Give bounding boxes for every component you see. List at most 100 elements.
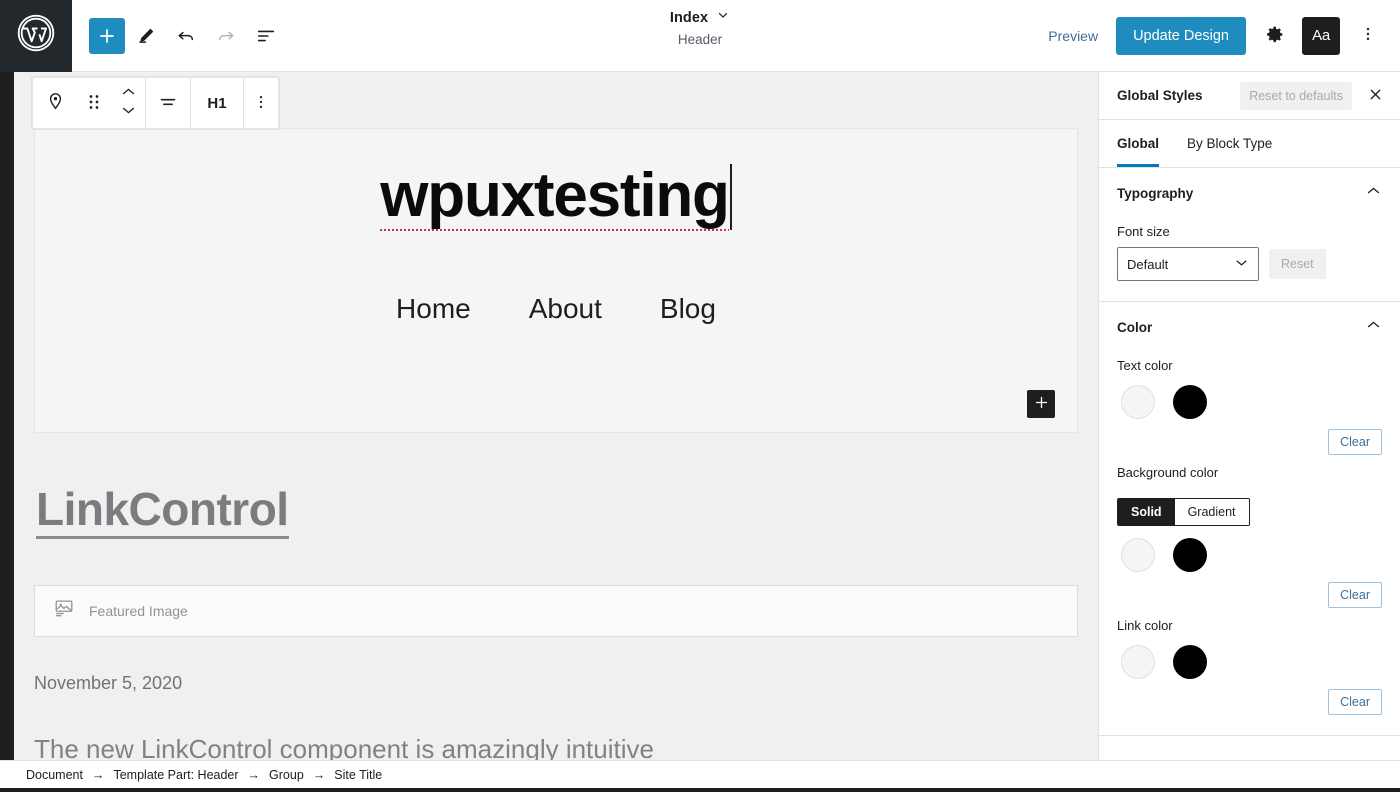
plus-icon (1034, 395, 1049, 413)
nav-link-blog[interactable]: Blog (660, 293, 716, 325)
background-color-swatches (1121, 538, 1382, 572)
global-styles-sidebar: Global Styles Reset to defaults Global B… (1098, 72, 1400, 760)
sidebar-title: Global Styles (1117, 88, 1203, 103)
plus-icon (98, 27, 116, 45)
left-edge-rail (0, 72, 14, 760)
ellipsis-vertical-icon (252, 93, 270, 114)
clear-background-color-button[interactable]: Clear (1328, 582, 1382, 608)
heading-level-button[interactable]: H1 (191, 78, 243, 128)
featured-image-placeholder[interactable]: Featured Image (34, 584, 1078, 637)
block-toolbar-group-block (33, 78, 146, 128)
text-color-label: Text color (1117, 358, 1173, 373)
editor-top-bar: Index Header Preview Update Design Aa (0, 0, 1400, 72)
swatch-light[interactable] (1121, 645, 1155, 679)
typography-panel: Typography Font size Default Reset (1099, 168, 1400, 302)
chevron-down-icon (1234, 257, 1249, 272)
post-title-link[interactable]: LinkControl (36, 483, 289, 539)
background-type-toggle: Solid Gradient (1117, 498, 1250, 526)
typography-panel-title: Typography (1117, 185, 1194, 201)
navigation-block[interactable]: Home About Blog (35, 293, 1077, 325)
chevron-up-icon (1365, 184, 1382, 202)
font-size-select[interactable]: Default (1117, 247, 1259, 281)
background-color-label: Background color (1117, 465, 1219, 480)
breadcrumb-item-group[interactable]: Group (269, 768, 304, 782)
swatch-light[interactable] (1121, 538, 1155, 572)
site-title-wrap: wpuxtesting (35, 163, 1077, 232)
link-color-clear-row: Clear (1117, 689, 1382, 715)
site-title-pin-icon (45, 91, 66, 115)
font-size-reset-button[interactable]: Reset (1269, 249, 1326, 279)
preview-button[interactable]: Preview (1040, 22, 1106, 50)
wordpress-logo-icon (16, 13, 56, 58)
text-color-swatches (1121, 385, 1382, 419)
swatch-dark[interactable] (1173, 385, 1207, 419)
top-bar-left-tools (72, 18, 284, 54)
typography-panel-header[interactable]: Typography (1117, 184, 1382, 214)
wordpress-logo-button[interactable] (0, 0, 72, 72)
swatch-dark[interactable] (1173, 538, 1207, 572)
swatch-dark[interactable] (1173, 645, 1207, 679)
gear-icon (1264, 24, 1285, 48)
list-view-button[interactable] (248, 18, 284, 54)
block-appender-button[interactable] (1027, 390, 1055, 418)
segment-gradient[interactable]: Gradient (1174, 499, 1249, 525)
add-block-button[interactable] (90, 18, 124, 53)
breadcrumb: Document → Template Part: Header → Group… (0, 760, 1400, 788)
swatch-light[interactable] (1121, 385, 1155, 419)
breadcrumb-item-document[interactable]: Document (26, 768, 83, 782)
breadcrumb-item-site-title[interactable]: Site Title (334, 768, 382, 782)
segment-solid[interactable]: Solid (1118, 499, 1175, 525)
block-type-button[interactable] (33, 78, 77, 128)
chevron-up-icon (120, 85, 137, 103)
update-design-button[interactable]: Update Design (1116, 16, 1246, 55)
wordpress-site-editor: Index Header Preview Update Design Aa H1… (0, 0, 1400, 792)
document-title: Index (669, 9, 709, 26)
tools-pencil-button[interactable] (128, 18, 164, 54)
document-title-dropdown[interactable]: Index (670, 8, 730, 27)
site-title-text[interactable]: wpuxtesting (380, 163, 730, 232)
clear-link-color-button[interactable]: Clear (1328, 689, 1382, 715)
clear-text-color-button[interactable]: Clear (1328, 429, 1382, 455)
font-size-row: Default Reset (1117, 247, 1382, 281)
settings-button[interactable] (1256, 18, 1292, 54)
ellipsis-vertical-icon (1359, 25, 1377, 46)
link-color-swatches (1121, 645, 1382, 679)
template-part-header-block[interactable]: wpuxtesting Home About Blog (34, 128, 1078, 433)
nav-link-about[interactable]: About (529, 293, 602, 325)
block-toolbar-group-align (146, 78, 191, 128)
close-sidebar-button[interactable] (1360, 81, 1390, 111)
breadcrumb-separator: → (247, 767, 261, 782)
chevron-down-icon (120, 104, 137, 122)
color-panel-header[interactable]: Color (1117, 318, 1382, 348)
color-panel: Color Text color Clear Background color … (1099, 302, 1400, 736)
breadcrumb-item-template-part-header[interactable]: Template Part: Header (113, 768, 238, 782)
featured-image-label: Featured Image (89, 602, 188, 619)
window-bottom-edge (0, 788, 1400, 792)
post-date: November 5, 2020 (34, 672, 183, 693)
align-text-icon (157, 91, 179, 116)
canvas-inner: wpuxtesting Home About Blog LinkControl … (14, 72, 1098, 760)
canvas-scroll-area[interactable]: wpuxtesting Home About Blog LinkControl … (14, 72, 1098, 760)
editor-body: H1 wpuxtesting Home About Blog LinkContr… (0, 72, 1400, 760)
color-panel-title: Color (1117, 319, 1153, 335)
block-toolbar-group-heading: H1 (191, 78, 244, 128)
tab-by-block-type[interactable]: By Block Type (1187, 120, 1272, 167)
more-options-button[interactable] (1350, 18, 1386, 54)
top-bar-right-tools: Preview Update Design Aa (1040, 16, 1400, 55)
reset-to-defaults-button[interactable]: Reset to defaults (1240, 81, 1352, 110)
block-movers[interactable] (111, 85, 145, 122)
chevron-down-icon (716, 8, 730, 27)
pencil-icon (136, 25, 157, 46)
undo-arrow-icon (175, 25, 197, 47)
block-options-button[interactable] (244, 78, 278, 128)
tab-global[interactable]: Global (1117, 120, 1160, 167)
document-subtitle: Header (677, 32, 723, 47)
text-align-button[interactable] (146, 78, 190, 128)
block-drag-handle[interactable] (77, 78, 111, 128)
global-styles-button[interactable]: Aa (1302, 16, 1340, 55)
styles-aa-label: Aa (1312, 27, 1330, 44)
drag-handle-icon (86, 93, 102, 114)
nav-link-home[interactable]: Home (396, 293, 471, 325)
redo-button[interactable] (208, 18, 244, 54)
undo-button[interactable] (168, 18, 204, 54)
